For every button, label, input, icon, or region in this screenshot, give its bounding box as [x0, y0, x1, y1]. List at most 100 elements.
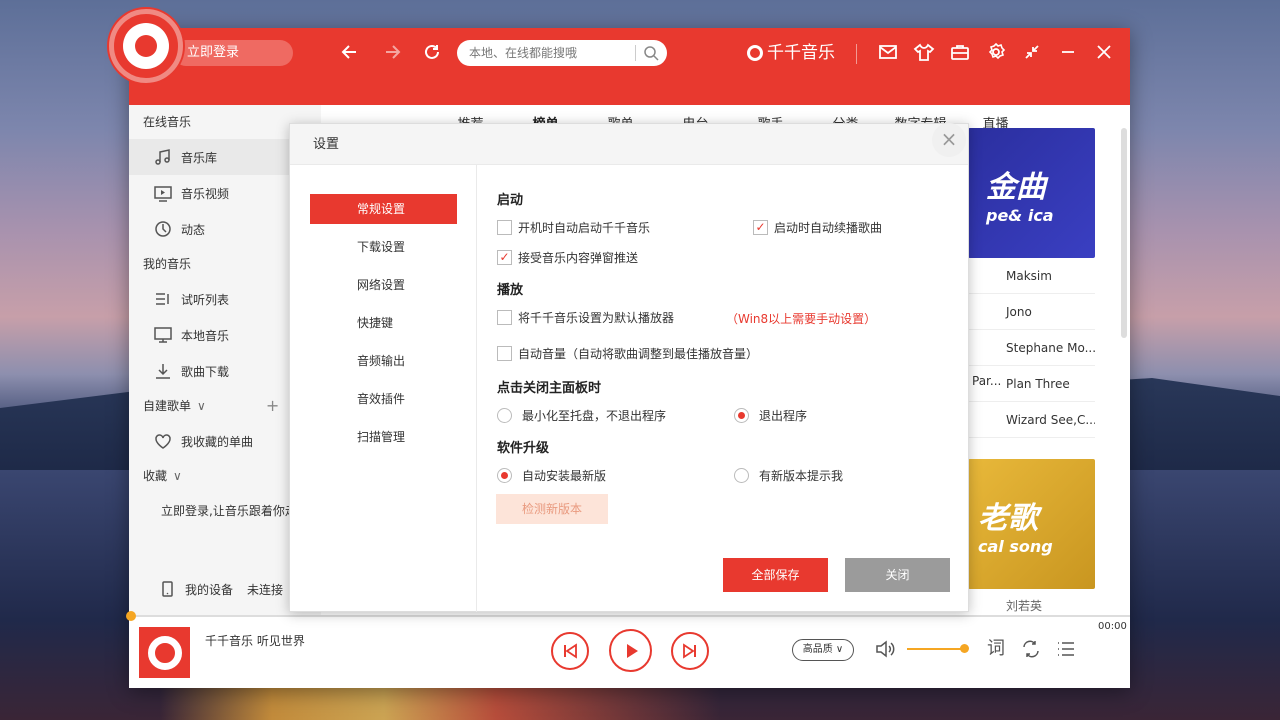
card-title: 老歌 — [978, 501, 1038, 536]
card-subtitle: cal song — [978, 537, 1053, 556]
content-scrollbar[interactable] — [1121, 128, 1127, 338]
search-input[interactable] — [457, 40, 627, 66]
settings-nav-download[interactable]: 下载设置 — [310, 232, 457, 262]
close-dialog-button[interactable]: 关闭 — [845, 558, 950, 592]
save-all-button[interactable]: 全部保存 — [723, 558, 828, 592]
quality-selector[interactable]: 高品质 ∨ — [792, 639, 854, 661]
radio[interactable] — [734, 468, 749, 483]
settings-nav-audio-output[interactable]: 音频输出 — [310, 346, 457, 376]
chart-card-gold-hits[interactable]: 金曲 pe& ica — [968, 128, 1095, 258]
settings-nav-scan[interactable]: 扫描管理 — [310, 422, 457, 452]
music-note-icon — [155, 149, 170, 165]
sidebar-item-label: 音乐库 — [181, 150, 218, 165]
settings-nav-sound-plugins[interactable]: 音效插件 — [310, 384, 457, 414]
option-label: 退出程序 — [759, 409, 808, 423]
now-playing-title: 千千音乐 听见世界 — [205, 634, 305, 648]
app-logo[interactable] — [109, 9, 183, 83]
settings-nav-shortcuts[interactable]: 快捷键 — [310, 308, 457, 338]
playback-time: 00:00 — [1098, 621, 1127, 632]
check-update-button[interactable]: 检测新版本 — [496, 494, 608, 524]
title-bar: 立即登录 千千音乐 — [129, 28, 1130, 105]
settings-dialog: 设置 × 常规设置 下载设置 网络设置 快捷键 音频输出 音效插件 扫描管理 启… — [289, 123, 969, 612]
radio-selected[interactable] — [734, 408, 749, 423]
option-auto-start[interactable]: 开机时自动启动千千音乐 — [497, 219, 650, 236]
previous-icon — [564, 643, 577, 659]
album-logo-icon — [147, 635, 182, 670]
dialog-close-icon[interactable]: × — [932, 123, 966, 157]
next-button[interactable] — [671, 632, 709, 670]
volume-slider[interactable] — [907, 648, 965, 650]
card-title: 金曲 — [986, 170, 1046, 205]
previous-button[interactable] — [551, 632, 589, 670]
chart-card-classic-songs[interactable]: 老歌 cal song — [968, 459, 1095, 589]
list-item[interactable]: Jono — [968, 294, 1095, 330]
skin-shirt-icon[interactable] — [910, 38, 938, 66]
settings-gear-icon[interactable] — [982, 38, 1010, 66]
lyrics-button[interactable]: 词 — [984, 637, 1008, 661]
option-auto-volume[interactable]: 自动音量（自动将歌曲调整到最佳播放音量） — [497, 345, 758, 362]
play-button[interactable] — [609, 629, 652, 672]
close-window-icon[interactable] — [1090, 38, 1118, 66]
repeat-mode-icon[interactable] — [1019, 637, 1043, 661]
quality-label: 高品质 — [802, 644, 833, 655]
default-player-hint: （Win8以上需要手动设置） — [726, 312, 877, 326]
radio-selected[interactable] — [497, 468, 512, 483]
group-playback: 播放 — [497, 283, 524, 298]
list-icon — [156, 293, 169, 305]
checkbox[interactable] — [497, 220, 512, 235]
partial-artist: 刘若英 — [1006, 599, 1043, 613]
login-button[interactable]: 立即登录 — [173, 40, 293, 66]
toolbox-icon[interactable] — [946, 38, 974, 66]
option-notify-new-version[interactable]: 有新版本提示我 — [734, 467, 843, 484]
list-item[interactable]: Maksim — [968, 258, 1095, 294]
search-separator — [635, 45, 636, 61]
phone-icon — [162, 581, 173, 597]
option-label: 最小化至托盘，不退出程序 — [522, 409, 667, 423]
dialog-title: 设置 — [290, 124, 968, 165]
playlist-icon[interactable] — [1054, 637, 1078, 661]
minimize-icon[interactable] — [1054, 38, 1082, 66]
search-icon[interactable] — [641, 43, 661, 63]
play-icon — [626, 643, 638, 658]
group-close-behavior: 点击关闭主面板时 — [497, 381, 602, 396]
video-icon — [154, 186, 172, 202]
list-item[interactable]: Stephane Mo... — [968, 330, 1095, 366]
download-icon — [156, 364, 170, 379]
option-resume-playback[interactable]: ✓ 启动时自动续播歌曲 — [753, 219, 882, 236]
list-item[interactable]: Wizard See,C... — [968, 402, 1095, 438]
mini-mode-icon[interactable] — [1018, 38, 1046, 66]
heart-icon — [155, 434, 171, 449]
option-default-player[interactable]: 将千千音乐设置为默认播放器 — [497, 309, 674, 326]
back-arrow-icon[interactable] — [336, 38, 364, 66]
settings-nav-general[interactable]: 常规设置 — [310, 194, 457, 224]
option-label: 自动音量（自动将歌曲调整到最佳播放音量） — [518, 347, 759, 361]
option-auto-install[interactable]: 自动安装最新版 — [497, 467, 606, 484]
volume-icon[interactable] — [874, 637, 898, 661]
chart-artist-list: Maksim Jono Stephane Mo... Plan Three Wi… — [968, 258, 1095, 438]
sidebar-item-label: 我收藏的单曲 — [181, 434, 254, 449]
brand-mark-icon — [747, 45, 763, 61]
option-label: 开机时自动启动千千音乐 — [518, 221, 651, 235]
progress-knob[interactable] — [126, 611, 136, 621]
sidebar-item-label: 试听列表 — [181, 292, 230, 307]
mail-icon[interactable] — [874, 38, 902, 66]
option-popup-push[interactable]: ✓ 接受音乐内容弹窗推送 — [497, 249, 638, 266]
checkbox[interactable] — [497, 346, 512, 361]
brand-name: 千千音乐 — [767, 43, 835, 63]
next-icon — [683, 643, 696, 659]
playback-progress-bar[interactable] — [126, 611, 1130, 621]
created-playlists-label: 自建歌单 — [143, 399, 192, 413]
volume-knob[interactable] — [960, 644, 969, 653]
checkbox[interactable] — [497, 310, 512, 325]
forward-arrow-icon[interactable] — [378, 38, 406, 66]
option-minimize-tray[interactable]: 最小化至托盘，不退出程序 — [497, 407, 666, 424]
option-exit-program[interactable]: 退出程序 — [734, 407, 807, 424]
checkbox-checked[interactable]: ✓ — [753, 220, 768, 235]
title-separator — [856, 44, 857, 64]
checkbox-checked[interactable]: ✓ — [497, 250, 512, 265]
album-cover[interactable] — [139, 627, 190, 678]
refresh-icon[interactable] — [418, 38, 446, 66]
radio[interactable] — [497, 408, 512, 423]
add-playlist-icon[interactable]: + — [266, 389, 279, 423]
settings-nav-network[interactable]: 网络设置 — [310, 270, 457, 300]
